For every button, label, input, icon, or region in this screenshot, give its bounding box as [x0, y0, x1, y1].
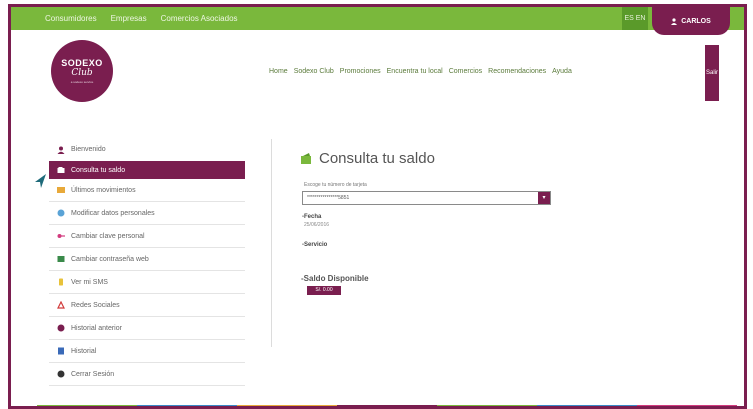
sidebar-item-cambiar-clave[interactable]: Cambiar clave personal — [49, 225, 245, 248]
power-icon — [57, 370, 65, 378]
logo-club-text: Club — [71, 68, 93, 78]
sidebar-item-cerrar-sesion[interactable]: Cerrar Sesión — [49, 363, 245, 386]
main-content: Consulta tu saldo Escoge tu número de ta… — [301, 150, 571, 295]
chevron-down-icon[interactable]: ▾ — [538, 192, 550, 204]
wallet-icon — [301, 153, 311, 164]
sidebar-item-label: Consulta tu saldo — [71, 166, 126, 174]
share-icon — [57, 301, 65, 309]
sodexo-club-logo[interactable]: SODEXO Club a sodexo service — [51, 40, 113, 102]
sidebar-item-label: Redes Sociales — [71, 301, 120, 309]
footer-bar-segment — [137, 405, 237, 406]
nav-sodexo-club[interactable]: Sodexo Club — [294, 68, 334, 75]
logo-text: SODEXO — [61, 58, 103, 68]
footer-bar-segment — [237, 405, 337, 406]
top-link-empresas[interactable]: Empresas — [111, 14, 147, 23]
fecha-label-text: Fecha — [304, 214, 322, 220]
logo-tagline: a sodexo service — [70, 80, 94, 84]
nav-promociones[interactable]: Promociones — [340, 68, 381, 75]
sidebar-item-label: Últimos movimientos — [71, 186, 136, 194]
servicio-label-text: Servicio — [304, 242, 328, 248]
sidebar-item-label: Historial anterior — [71, 324, 122, 332]
sidebar-item-modificar-datos[interactable]: Modificar datos personales — [49, 202, 245, 225]
document-icon — [57, 347, 65, 355]
sidebar-item-label: Cerrar Sesión — [71, 370, 115, 378]
sidebar-item-cambiar-contrasena[interactable]: Cambiar contraseña web — [49, 248, 245, 271]
sidebar-item-historial-anterior[interactable]: Historial anterior — [49, 317, 245, 340]
key-icon — [57, 232, 65, 240]
user-name: CARLOS — [681, 17, 711, 25]
saldo-label-text: Saldo Disponible — [303, 274, 369, 283]
page-title: Consulta tu saldo — [301, 150, 571, 167]
sidebar-item-historial[interactable]: Historial — [49, 340, 245, 363]
footer-bar-segment — [637, 405, 737, 406]
sidebar-item-label: Modificar datos personales — [71, 209, 155, 217]
phone-icon — [57, 278, 65, 286]
card-select-label: Escoge tu número de tarjeta — [304, 182, 367, 188]
user-icon — [671, 17, 678, 25]
wallet-icon — [57, 166, 65, 174]
footer-bar-segment — [437, 405, 537, 406]
nav-comercios[interactable]: Comercios — [449, 68, 482, 75]
saldo-value-badge: S/. 0.00 — [307, 286, 341, 295]
sidebar-item-ver-sms[interactable]: Ver mi SMS — [49, 271, 245, 294]
nav-ayuda[interactable]: Ayuda — [552, 68, 572, 75]
footer-bar-segment — [37, 405, 137, 406]
mouse-cursor-icon — [35, 174, 46, 188]
history-icon — [57, 324, 65, 332]
footer-bar-segment — [337, 405, 437, 406]
top-links: Consumidores Empresas Comercios Asociado… — [45, 14, 238, 23]
saldo-disponible-label: -Saldo Disponible — [301, 274, 369, 283]
top-link-comercios[interactable]: Comercios Asociados — [161, 14, 238, 23]
nav-recomendaciones[interactable]: Recomendaciones — [488, 68, 546, 75]
sidebar: Bienvenido Consulta tu saldo Últimos mov… — [49, 138, 245, 386]
page-title-text: Consulta tu saldo — [319, 150, 435, 167]
sidebar-item-label: Bienvenido — [71, 146, 106, 153]
sidebar-item-ultimos-movimientos[interactable]: Últimos movimientos — [49, 179, 245, 202]
language-switch[interactable]: ES EN — [622, 7, 648, 30]
user-icon — [57, 146, 65, 154]
content-divider — [271, 139, 272, 347]
lock-icon — [57, 255, 65, 263]
sidebar-item-label: Cambiar clave personal — [71, 232, 145, 240]
sidebar-item-label: Historial — [71, 347, 97, 355]
main-nav: Home Sodexo Club Promociones Encuentra t… — [269, 68, 572, 75]
exit-button[interactable]: Salir — [705, 45, 719, 101]
fecha-value: 25/06/2016 — [304, 222, 330, 228]
sidebar-item-label: Cambiar contraseña web — [71, 255, 149, 263]
nav-home[interactable]: Home — [269, 68, 288, 75]
sidebar-item-consulta-saldo[interactable]: Consulta tu saldo — [49, 161, 245, 179]
card-number-select[interactable]: ****************5851 ▾ — [302, 191, 551, 205]
nav-encuentra-local[interactable]: Encuentra tu local — [387, 68, 443, 75]
fecha-label: -Fecha — [302, 214, 322, 220]
sidebar-item-label: Ver mi SMS — [71, 278, 108, 286]
card-number-value: ****************5851 — [307, 195, 350, 201]
footer-bar-segment — [537, 405, 637, 406]
top-link-consumidores[interactable]: Consumidores — [45, 14, 97, 23]
sidebar-item-bienvenido[interactable]: Bienvenido — [49, 138, 245, 161]
sidebar-item-redes-sociales[interactable]: Redes Sociales — [49, 294, 245, 317]
user-menu-button[interactable]: CARLOS — [652, 7, 730, 35]
top-bar: Consumidores Empresas Comercios Asociado… — [11, 7, 744, 35]
servicio-label: -Servicio — [302, 242, 328, 248]
browser-frame: Consumidores Empresas Comercios Asociado… — [8, 4, 747, 409]
list-icon — [57, 186, 65, 194]
person-icon — [57, 209, 65, 217]
footer-color-bar — [37, 405, 737, 406]
